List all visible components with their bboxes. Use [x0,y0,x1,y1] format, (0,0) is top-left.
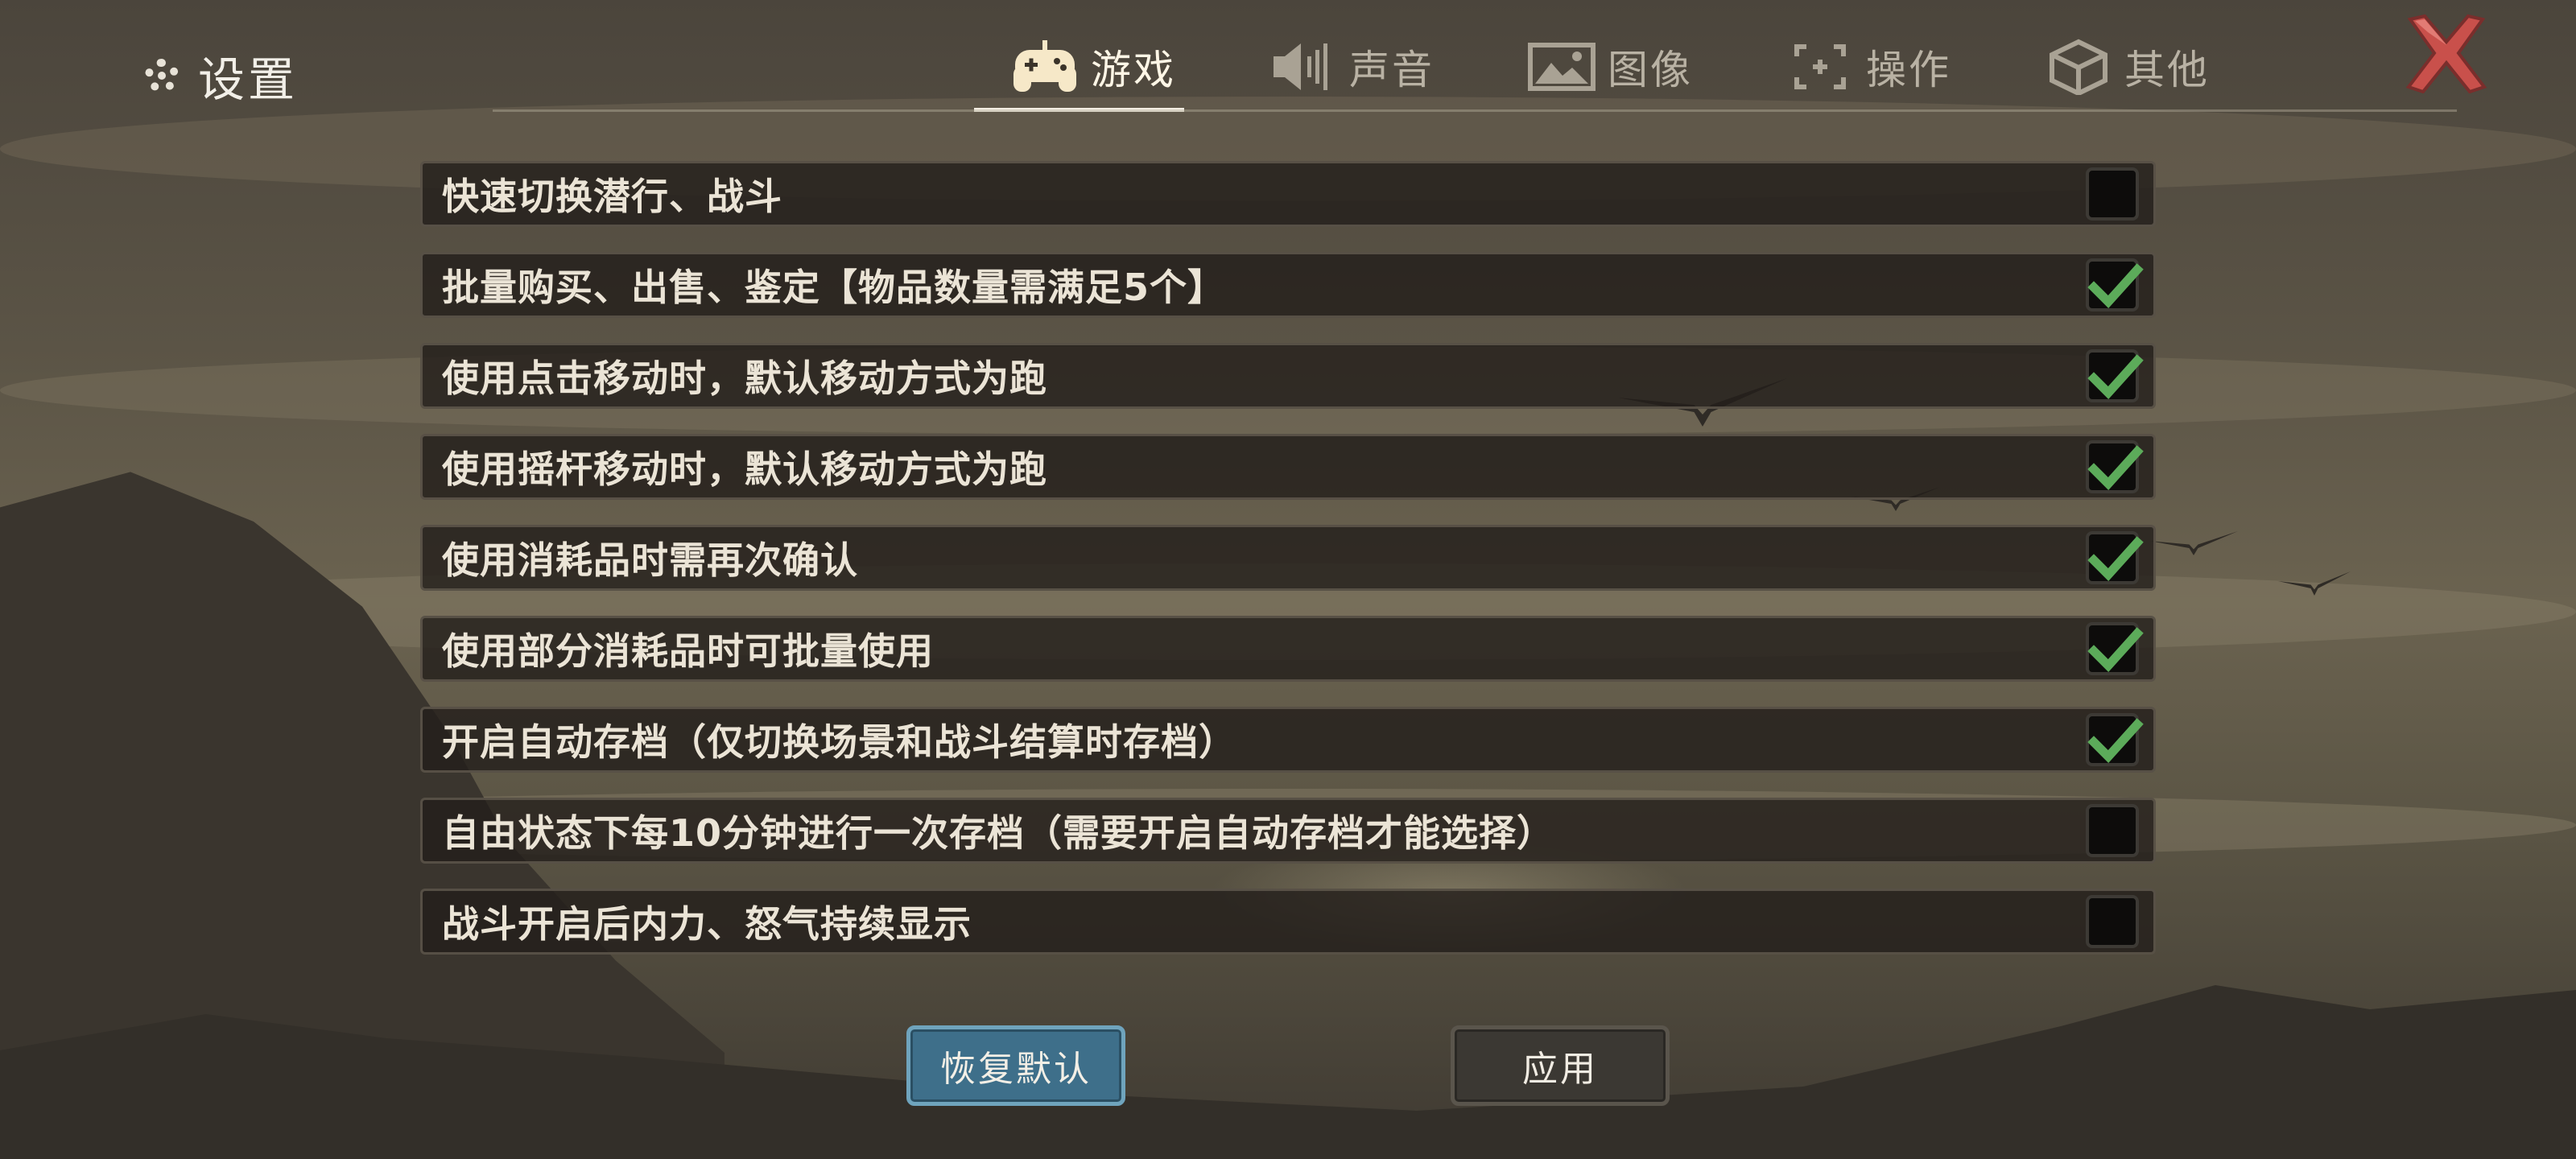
option-checkbox[interactable] [2086,440,2144,493]
tab-game[interactable]: 游戏 [974,27,1184,112]
option-checkbox[interactable] [2086,167,2139,221]
tab-label: 游戏 [1091,47,1176,93]
page-title-group: 设置 [145,42,298,109]
option-row[interactable]: 使用消耗品时需再次确认 [420,525,2156,591]
option-row[interactable]: 战斗开启后内力、怒气持续显示 [420,889,2156,955]
cube-icon [2050,39,2107,95]
tab-label: 其他 [2124,47,2210,93]
option-checkbox[interactable] [2086,531,2144,584]
option-checkbox[interactable] [2086,258,2144,311]
option-checkbox[interactable] [2086,804,2139,857]
option-label: 使用点击移动时，默认移动方式为跑 [442,357,1047,400]
option-row[interactable]: 使用点击移动时，默认移动方式为跑 [420,343,2156,409]
gamepad-icon [1013,40,1076,92]
checkmark-icon [2087,354,2144,399]
option-label: 使用部分消耗品时可批量使用 [442,629,934,673]
controls-icon [1794,44,1846,89]
option-checkbox[interactable] [2086,895,2139,948]
tab-sound[interactable]: 声音 [1269,27,1435,107]
option-label: 使用摇杆移动时，默认移动方式为跑 [442,448,1047,491]
apply-button[interactable]: 应用 [1451,1025,1670,1106]
option-checkbox[interactable] [2086,713,2144,766]
checkmark-icon [2087,263,2144,308]
checkmark-icon [2087,718,2144,763]
option-row[interactable]: 快速切换潜行、战斗 [420,161,2156,227]
option-label: 使用消耗品时需再次确认 [442,538,858,582]
speaker-icon [1274,43,1327,90]
option-checkbox[interactable] [2086,622,2144,675]
close-icon[interactable] [2402,13,2491,93]
tab-graphics[interactable]: 图像 [1527,27,1693,107]
option-row[interactable]: 使用摇杆移动时，默认移动方式为跑 [420,434,2156,500]
tab-label: 声音 [1349,47,1435,93]
option-row[interactable]: 自由状态下每10分钟进行一次存档（需要开启自动存档才能选择） [420,798,2156,864]
checkmark-icon [2087,627,2144,672]
image-icon [1528,43,1596,91]
tab-label: 图像 [1608,47,1693,93]
restore-defaults-button[interactable]: 恢复默认 [906,1025,1125,1106]
option-label: 开启自动存档（仅切换场景和战斗结算时存档） [442,720,1236,764]
checkmark-icon [2087,445,2144,490]
tab-label: 操作 [1866,47,1951,93]
option-label: 战斗开启后内力、怒气持续显示 [442,902,972,946]
settings-tabs: 游戏 声音 图像 操作 其他 [974,23,2302,112]
option-row[interactable]: 批量购买、出售、鉴定【物品数量需满足5个】 [420,252,2156,318]
option-label: 自由状态下每10分钟进行一次存档（需要开启自动存档才能选择） [442,811,1555,855]
tab-other[interactable]: 其他 [2044,27,2210,107]
bird-silhouette [2149,531,2238,555]
tab-controls[interactable]: 操作 [1785,27,1951,107]
option-row[interactable]: 使用部分消耗品时可批量使用 [420,616,2156,682]
tab-divider [493,109,2457,112]
option-checkbox[interactable] [2086,349,2144,402]
option-row[interactable]: 开启自动存档（仅切换场景和战斗结算时存档） [420,707,2156,773]
checkmark-icon [2087,536,2144,581]
game-settings-list: 快速切换潜行、战斗 批量购买、出售、鉴定【物品数量需满足5个】 使用点击移动时，… [420,161,2156,980]
gear-icon [145,59,179,93]
option-label: 快速切换潜行、战斗 [442,175,782,218]
page-title: 设置 [198,52,299,107]
option-label: 批量购买、出售、鉴定【物品数量需满足5个】 [442,266,1226,309]
